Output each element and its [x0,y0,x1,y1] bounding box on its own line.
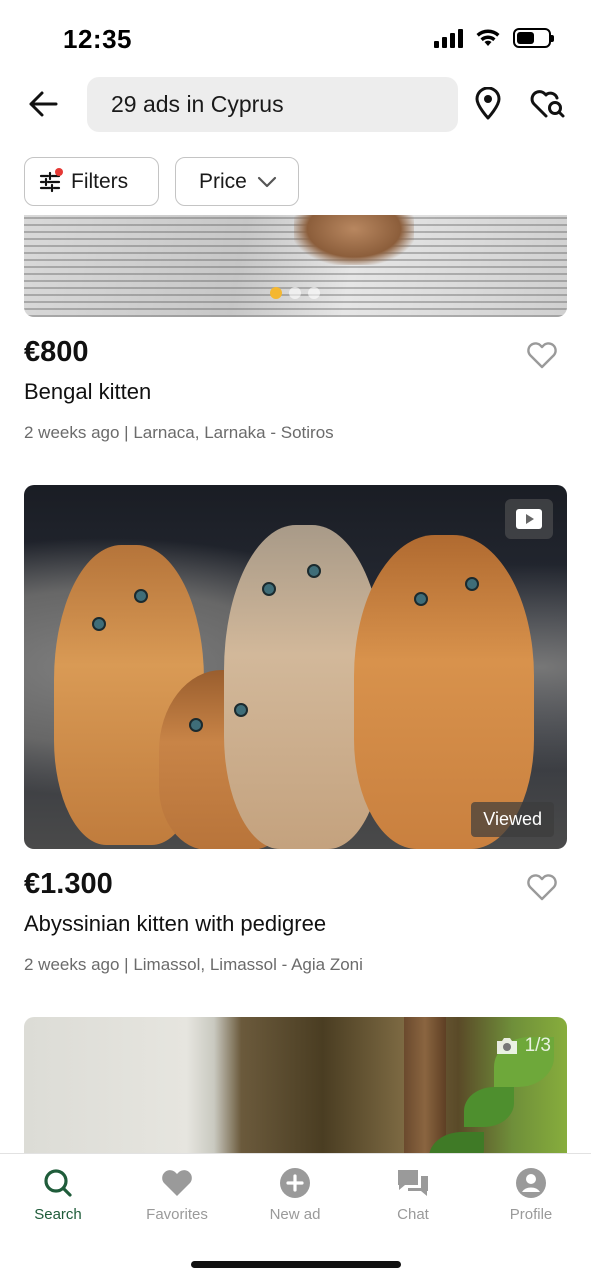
price-dropdown[interactable]: Price [175,157,299,206]
saved-search-button[interactable] [528,84,568,124]
listing-feed[interactable]: €800 Bengal kitten 2 weeks ago | Larnaca… [0,215,591,1153]
kitten-eye [92,617,106,631]
favorite-button[interactable] [524,871,560,903]
header: 29 ads in Cyprus [0,76,591,134]
listing-price[interactable]: €800 [24,336,89,369]
filter-active-dot [55,167,63,176]
chat-bubbles-icon [396,1166,430,1200]
carousel-dot [308,287,320,299]
search-icon [41,1166,75,1200]
nav-label: Profile [509,1206,553,1223]
battery-icon [513,28,554,48]
kitten-eye [262,582,276,596]
heart-outline-icon [527,874,557,901]
nav-item-profile[interactable]: Profile [481,1166,581,1223]
filters-label: Filters [71,169,129,193]
listing-title[interactable]: Abyssinian kitten with pedigree [24,911,326,937]
user-icon [514,1166,548,1200]
video-badge [505,499,553,539]
nav-label: New ad [269,1206,321,1223]
kitten-eye [307,564,321,578]
kitten-eye [414,592,428,606]
status-icons [434,28,554,48]
listing-image[interactable] [24,215,567,317]
back-button[interactable] [24,84,62,124]
arrow-left-icon [29,91,58,117]
listing-meta: 2 weeks ago | Limassol, Limassol - Agia … [24,955,363,974]
battery-level [517,32,534,44]
bottom-nav: Search Favorites New ad Chat Profile [0,1153,591,1280]
nav-item-search[interactable]: Search [8,1166,108,1223]
chevron-down-icon [257,176,276,187]
signal-icon [434,28,463,48]
nav-item-chat[interactable]: Chat [363,1166,463,1223]
heart-search-icon [530,90,565,118]
play-video-icon [516,509,542,529]
carousel-dot [289,287,301,299]
wifi-icon [476,29,500,46]
listing-price[interactable]: €1.300 [24,868,113,901]
status-time: 12:35 [63,24,132,54]
kitten-eye [465,577,479,591]
tree-trunk-image [404,1017,446,1153]
nav-label: Chat [397,1206,429,1223]
camera-icon [496,1038,517,1054]
carousel-dot [270,287,282,299]
filter-bar: Filters Price [24,157,299,206]
nav-item-new-ad[interactable]: New ad [245,1166,345,1223]
kitten-eye [189,718,203,732]
search-input-text: 29 ads in Cyprus [111,91,284,117]
map-pin-icon [475,87,501,120]
listing-meta: 2 weeks ago | Larnaca, Larnaka - Sotiros [24,423,334,442]
status-bar: 12:35 [0,0,591,76]
price-label: Price [199,169,247,193]
listing-image[interactable]: 1/3 [24,1017,567,1153]
search-input[interactable]: 29 ads in Cyprus [87,77,458,132]
kitten-paw-image [294,215,414,265]
plus-circle-icon [278,1166,312,1200]
listing-image[interactable]: Viewed [24,485,567,849]
kitten-eye [134,589,148,603]
heart-outline-icon [527,342,557,369]
photo-counter-badge: 1/3 [495,1035,551,1057]
photo-counter: 1/3 [524,1035,551,1056]
home-indicator [191,1261,401,1268]
filters-button[interactable]: Filters [24,157,159,206]
carousel-dots [270,287,320,299]
kitten-eye [234,703,248,717]
nav-item-favorites[interactable]: Favorites [127,1166,227,1223]
leaf-image [464,1087,514,1127]
sliders-icon [39,167,63,193]
heart-icon [160,1166,194,1200]
nav-label: Search [34,1206,82,1223]
nav-label: Favorites [146,1206,208,1223]
viewed-badge: Viewed [471,802,554,837]
favorite-button[interactable] [524,339,560,371]
location-button[interactable] [470,84,506,124]
listing-title[interactable]: Bengal kitten [24,379,151,405]
